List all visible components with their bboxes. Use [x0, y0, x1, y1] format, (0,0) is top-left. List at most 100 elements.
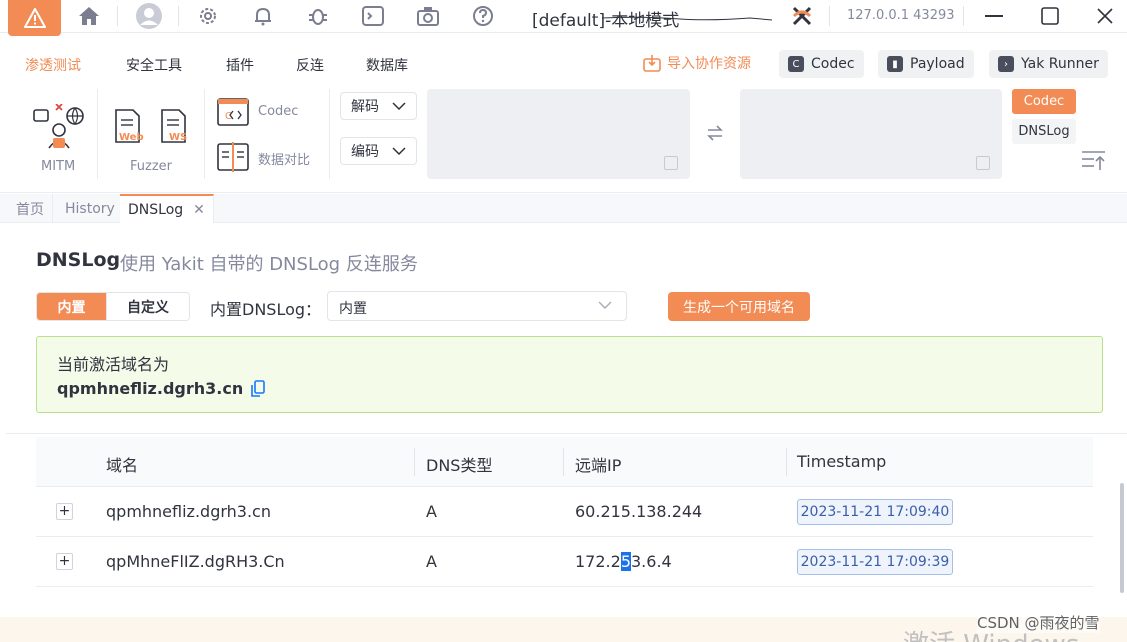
dnslog-select[interactable]: 内置	[327, 291, 627, 321]
encode-label: 编码	[351, 144, 379, 160]
sort-list-icon[interactable]	[1081, 149, 1107, 175]
compare-icon	[217, 142, 249, 172]
table-header: 域名 DNS类型 远端IP Timestamp	[36, 437, 1093, 487]
title-bar: [default]-本地模式 127.0.0.1 43293	[0, 0, 1127, 36]
warning-icon	[23, 8, 46, 28]
help-icon[interactable]	[471, 4, 495, 28]
decode-label: 解码	[351, 99, 379, 115]
mode-switch: 内置 自定义	[36, 292, 190, 321]
scribble-mark	[601, 16, 773, 21]
tab-dnslog[interactable]: DNSLog ✕	[120, 194, 214, 223]
codec-tool-label: Codec	[258, 104, 299, 119]
payload-icon: ▮	[887, 56, 903, 72]
menu-pentest[interactable]: 渗透测试	[25, 55, 81, 75]
home-icon[interactable]	[77, 4, 101, 28]
text-selection: 5	[620, 552, 631, 571]
row-type: A	[426, 552, 437, 571]
active-domain-label: 当前激活域名为	[57, 355, 170, 374]
menu-plugins[interactable]: 插件	[226, 55, 254, 75]
row-domain: qpmhnefliz.dgrh3.cn	[106, 502, 271, 521]
bug-icon[interactable]	[306, 4, 330, 28]
tab-dnslog-label: DNSLog	[128, 201, 184, 218]
tab-history-label: History	[65, 200, 115, 217]
chevron-down-icon	[392, 102, 406, 110]
web-fuzzer-tool[interactable]: Web	[113, 108, 147, 146]
codec-tool-icon: C	[217, 98, 249, 126]
yak-runner-button[interactable]: › Yak Runner	[989, 50, 1108, 78]
col-domain[interactable]: 域名	[106, 452, 138, 476]
menu-security-tools[interactable]: 安全工具	[126, 55, 182, 75]
mitm-icon	[33, 103, 84, 149]
table-row[interactable]: + qpmhnefliz.dgrh3.cn A 60.215.138.244 2…	[36, 487, 1093, 537]
builtin-dnslog-label: 内置DNSLog：	[210, 300, 322, 319]
yak-runner-button-label: Yak Runner	[1021, 56, 1099, 72]
terminal-icon[interactable]	[361, 4, 385, 28]
avatar-icon[interactable]	[134, 1, 164, 31]
active-domain-alert: 当前激活域名为 qpmhnefliz.dgrh3.cn	[36, 336, 1103, 413]
codec-icon: C	[788, 56, 804, 72]
import-icon	[643, 55, 661, 72]
active-domain-row: qpmhnefliz.dgrh3.cn	[57, 379, 266, 398]
encode-select[interactable]: 编码	[340, 137, 417, 165]
col-remote-ip[interactable]: 远端IP	[575, 452, 621, 476]
bell-icon[interactable]	[251, 4, 275, 28]
gear-icon[interactable]	[196, 4, 220, 28]
swap-icon[interactable]	[706, 124, 724, 146]
expand-row-icon[interactable]: +	[56, 553, 73, 570]
watermark: CSDN @雨夜的雪	[977, 612, 1100, 633]
row-ip-suffix: 3.6.4	[631, 552, 672, 571]
side-tab-codec[interactable]: Codec	[1012, 89, 1076, 114]
expand-row-icon[interactable]: +	[56, 503, 73, 520]
codec-button-label: Codec	[811, 56, 855, 72]
menu-reverse[interactable]: 反连	[296, 55, 324, 75]
web-fuzzer-badge: Web	[119, 132, 144, 143]
close-tab-icon[interactable]: ✕	[193, 202, 205, 218]
mode-builtin-button[interactable]: 内置	[37, 293, 106, 320]
import-label: 导入协作资源	[667, 56, 751, 72]
warning-button[interactable]	[8, 0, 61, 36]
data-compare-tool[interactable]: 数据对比	[216, 141, 321, 173]
col-dns-type[interactable]: DNS类型	[426, 452, 492, 476]
table-row[interactable]: + qpMhneFlIZ.dgRH3.Cn A 172.253.6.4 2023…	[36, 537, 1093, 587]
menu-database[interactable]: 数据库	[366, 55, 408, 75]
tab-history[interactable]: History	[57, 194, 124, 223]
row-ip-prefix: 172.2	[575, 552, 621, 571]
col-timestamp[interactable]: Timestamp	[797, 452, 886, 471]
mitm-tool[interactable]	[32, 103, 86, 152]
row-ip: 172.253.6.4	[575, 552, 672, 571]
copy-icon[interactable]	[664, 156, 678, 170]
decode-select[interactable]: 解码	[340, 92, 417, 120]
copy-icon[interactable]	[251, 380, 266, 397]
generate-domain-button[interactable]: 生成一个可用域名	[668, 292, 810, 321]
side-tab-dnslog[interactable]: DNSLog	[1012, 119, 1076, 144]
copy-icon[interactable]	[976, 156, 990, 170]
engine-address: 127.0.0.1 43293	[847, 8, 955, 23]
mitm-label: MITM	[41, 159, 76, 174]
chevron-down-icon	[598, 301, 612, 309]
main-menu: 渗透测试 安全工具 插件 反连 数据库 导入协作资源 C Codec ▮ Pay…	[0, 44, 1127, 82]
codec-tool[interactable]: C Codec	[216, 97, 311, 127]
camera-icon[interactable]	[416, 4, 440, 28]
ws-fuzzer-tool[interactable]: WS	[159, 108, 193, 146]
payload-button[interactable]: ▮ Payload	[878, 50, 974, 78]
page-title: DNSLog	[36, 249, 121, 271]
ws-fuzzer-badge: WS	[169, 132, 188, 143]
maximize-icon[interactable]	[1039, 5, 1061, 27]
engine-status-icon[interactable]	[790, 4, 814, 28]
tab-home[interactable]: 首页	[8, 194, 53, 223]
vertical-scrollbar[interactable]	[1120, 483, 1124, 593]
import-resources-link[interactable]: 导入协作资源	[643, 53, 751, 73]
codec-output-area[interactable]	[740, 89, 1002, 179]
row-ip: 60.215.138.244	[575, 502, 703, 521]
dnslog-select-value: 内置	[339, 301, 367, 317]
timestamp-badge: 2023-11-21 17:09:39	[797, 549, 953, 575]
mode-custom-button[interactable]: 自定义	[106, 293, 189, 320]
close-icon[interactable]	[1094, 5, 1116, 27]
row-type: A	[426, 502, 437, 521]
chevron-down-icon	[392, 147, 406, 155]
timestamp-badge: 2023-11-21 17:09:40	[797, 499, 953, 525]
minimize-icon[interactable]	[983, 5, 1005, 27]
codec-button[interactable]: C Codec	[779, 50, 864, 78]
codec-input-area[interactable]	[427, 89, 690, 179]
payload-button-label: Payload	[910, 56, 965, 72]
